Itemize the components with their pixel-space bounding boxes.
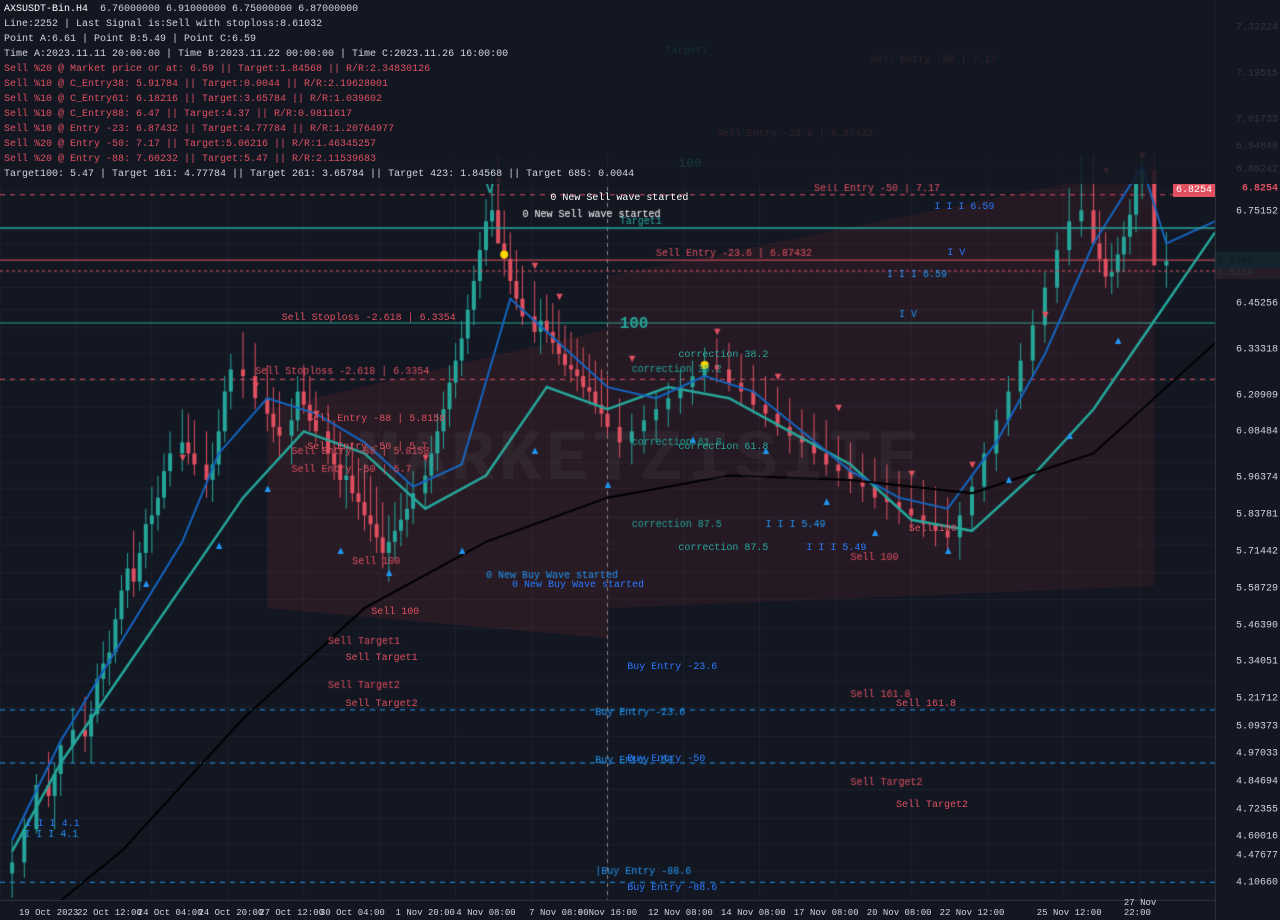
current-price-box: 6.8254	[1173, 184, 1215, 197]
time-nov14: 14 Nov 08:00	[721, 908, 786, 918]
sell-at-line: Sell %20 @ Market price or at: 6.59 || T…	[4, 62, 1276, 77]
iii-659-label: I I I 6.59	[934, 202, 994, 213]
price-5714: 5.71442	[1236, 547, 1278, 558]
sell-100-left-label: Sell 100	[371, 607, 419, 618]
sell-100-right-label: Sell 100	[909, 524, 957, 535]
new-buy-wave-label: 0 New Buy Wave started	[512, 580, 644, 591]
iii-41-label: I I I 4.1	[26, 819, 80, 830]
buy-entry-50-label: Buy Entry -50	[627, 754, 705, 765]
sell-161-label: Sell 161.8	[896, 699, 956, 710]
time-line: Time A:2023.11.11 20:00:00 | Time B:2023…	[4, 47, 1276, 62]
time-oct27: 27 Oct 12:00	[259, 908, 324, 918]
iv-label: I V	[947, 248, 965, 259]
price-5090: 5.09373	[1236, 721, 1278, 732]
time-nov9: 9 Nov 16:00	[578, 908, 637, 918]
price-6332: 6.33318	[1236, 344, 1278, 355]
price-4600: 4.60016	[1236, 832, 1278, 843]
sell-target1-label: Sell Target1	[346, 653, 418, 664]
time-oct24a: 24 Oct 04:00	[138, 908, 203, 918]
price-4847: 4.84694	[1236, 777, 1278, 788]
sell-e88-line: Sell %20 @ Entry -88: 7.60232 || Target:…	[4, 152, 1276, 167]
sell-entry-88-label: Sell Entry -88 | 5.8158	[307, 414, 445, 425]
time-axis: 19 Oct 2023 22 Oct 12:00 24 Oct 04:00 24…	[0, 900, 1215, 920]
time-oct19: 19 Oct 2023	[19, 908, 78, 918]
buy-entry-88-label: Buy Entry -88.6	[627, 883, 717, 894]
time-nov1: 1 Nov 20:00	[396, 908, 455, 918]
price-6751: 6.75152	[1236, 206, 1278, 217]
points-line: Point A:6.61 | Point B:5.49 | Point C:6.…	[4, 32, 1276, 47]
price-5838: 5.83781	[1236, 510, 1278, 521]
watermark: MARKETZISITE	[357, 419, 923, 501]
time-nov25: 25 Nov 12:00	[1037, 908, 1102, 918]
correction382-label: correction 38.2	[678, 350, 768, 361]
price-5463: 5.46390	[1236, 620, 1278, 631]
price-6452: 6.45256	[1236, 298, 1278, 309]
price-6084: 6.08484	[1236, 427, 1278, 438]
targets-line: Target100: 5.47 | Target 161: 4.77784 ||…	[4, 167, 1276, 182]
signal-line: Line:2252 | Last Signal is:Sell with sto…	[4, 17, 1276, 32]
time-nov20: 20 Nov 08:00	[867, 908, 932, 918]
price-5212: 5.21712	[1236, 694, 1278, 705]
price-4477: 4.47677	[1236, 850, 1278, 861]
sell-entry-50b-label: Sell Entry -50 | 5.7	[307, 442, 427, 453]
price-5340: 5.34051	[1236, 657, 1278, 668]
sell-e50-line: Sell %20 @ Entry -50: 7.17 || Target:5.0…	[4, 137, 1276, 152]
time-nov4: 4 Nov 08:00	[456, 908, 515, 918]
new-sell-wave-label: 0 New Sell wave started	[550, 193, 688, 204]
sell-c61-line: Sell %10 @ C_Entry61: 6.18216 || Target:…	[4, 92, 1276, 107]
time-oct30: 30 Oct 04:00	[320, 908, 385, 918]
sell-target2-label: Sell Target2	[346, 699, 418, 710]
time-nov12: 12 Nov 08:00	[648, 908, 713, 918]
price-5588: 5.58729	[1236, 583, 1278, 594]
price-4973: 4.97033	[1236, 749, 1278, 760]
sell-e23-line: Sell %10 @ Entry -23: 6.87432 || Target:…	[4, 122, 1276, 137]
correction875-label: correction 87.5	[678, 543, 768, 554]
buy-entry-23-label: Buy Entry -23.6	[627, 662, 717, 673]
info-bar: AXSUSDT-Bin.H4 6.76000000 6.91000000 6.7…	[0, 0, 1280, 184]
time-nov27: 27 Nov 22:00	[1124, 898, 1185, 918]
sell-stoploss-label: Sell Stoploss -2.618 | 6.3354	[282, 313, 456, 324]
price-4727: 4.72355	[1236, 804, 1278, 815]
time-nov22: 22 Nov 12:00	[940, 908, 1005, 918]
price-6209: 6.20909	[1236, 390, 1278, 401]
iii-549-label: I I I 5.49	[806, 543, 866, 554]
price-6825: 6.8254	[1242, 183, 1278, 194]
correction618-label: correction 61.8	[678, 442, 768, 453]
time-nov17: 17 Nov 08:00	[794, 908, 859, 918]
ohlc: 6.76000000 6.91000000 6.75000000 6.87000…	[100, 4, 358, 15]
time-oct24b: 24 Oct 20:00	[198, 908, 263, 918]
chart-container: MARKETZISITE AXSUSDT-Bin.H4 6.76000000 6…	[0, 0, 1280, 920]
sell-target2-right-label: Sell Target2	[896, 800, 968, 811]
symbol: AXSUSDT-Bin.H4	[4, 4, 88, 15]
time-oct22: 22 Oct 12:00	[77, 908, 142, 918]
price-4106: 4.10660	[1236, 878, 1278, 889]
sell-c88-line: Sell %10 @ C_Entry88: 6.47 || Target:4.3…	[4, 107, 1276, 122]
price-5964: 5.96374	[1236, 473, 1278, 484]
sell-c38-line: Sell %10 @ C_Entry38: 5.91784 || Target:…	[4, 77, 1276, 92]
symbol-line: AXSUSDT-Bin.H4 6.76000000 6.91000000 6.7…	[4, 2, 1276, 17]
